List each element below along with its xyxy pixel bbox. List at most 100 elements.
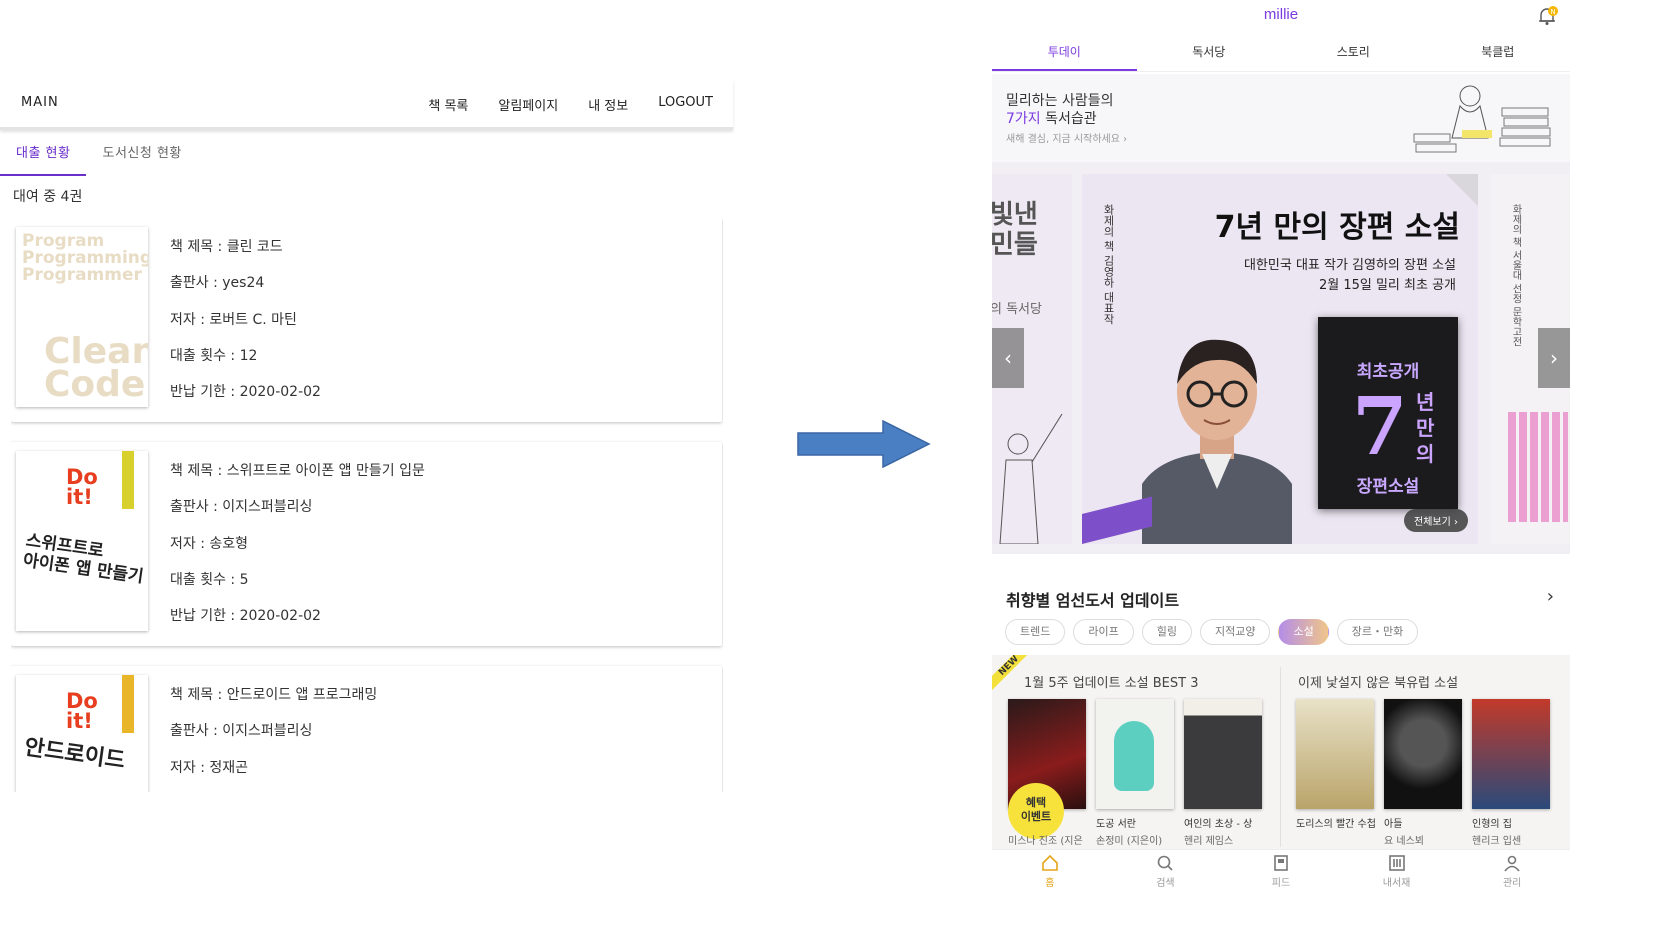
- hero-main-slide[interactable]: 화제의 책 김영하 대표작 7년 만의 장편 소설 대한민국 대표 작가 김영하…: [1082, 174, 1478, 544]
- rental-count: 대여 중 4권: [13, 189, 83, 205]
- habit-banner[interactable]: 밀리하는 사람들의 7가지 독서습관 새해 결심, 지금 시작하세요 ›: [992, 74, 1570, 162]
- banner-line3: 새해 결심, 지금 시작하세요 ›: [1006, 134, 1128, 145]
- book-info: 책 제목 : 클린 코드 출판사 : yes24 저자 : 로버트 C. 마틴 …: [170, 236, 321, 417]
- book-publisher: 출판사 : yes24: [170, 275, 265, 292]
- hero-carousel[interactable]: 빛낸 민들 의 독서당 화제의 책 김영하 대표작 7년 만의 장편 소설 대한…: [992, 162, 1570, 554]
- book-title: 여인의 초상 - 상: [1184, 819, 1253, 830]
- rental-list: Program Programming Programmer Clean Cod…: [11, 218, 723, 792]
- book-rental-count: 대출 횟수 : 12: [170, 347, 258, 364]
- carousel-prev-button[interactable]: ‹: [992, 328, 1024, 388]
- book-author: 저자 : 정재곤: [170, 759, 249, 776]
- search-icon: [1158, 855, 1173, 871]
- cover-doit-text: Do it!: [66, 689, 98, 733]
- bottom-nav-label: 관리: [1502, 878, 1522, 889]
- genre-chips: 트렌드 라이프 힐링 지적교양 소설 장르・만화: [1005, 619, 1419, 645]
- book-info: 책 제목 : 스위프트로 아이폰 앱 만들기 입문 출판사 : 이지스퍼블리싱 …: [170, 460, 425, 641]
- rental-card[interactable]: Do it! 스위프트로 아이폰 앱 만들기 책 제목 : 스위프트로 아이폰 …: [11, 442, 722, 646]
- featured-book-cover: 최초공개 7 년만의 장편소설: [1318, 317, 1458, 509]
- tab-request-status[interactable]: 도서신청 현황: [86, 145, 197, 176]
- chip-genre-comic[interactable]: 장르・만화: [1336, 619, 1419, 645]
- hero-prev-text: 빛낸 민들: [992, 200, 1038, 260]
- book-bottom-text: 장편소설: [1356, 477, 1420, 497]
- chip-intellect[interactable]: 지적교양: [1200, 619, 1271, 645]
- bottom-nav-label: 홈: [1045, 878, 1055, 889]
- tab-today[interactable]: 투데이: [992, 38, 1137, 71]
- book-author: 요 네스뵈: [1384, 836, 1424, 847]
- bottom-nav-manage[interactable]: 관리: [1454, 850, 1570, 896]
- book-publisher: 출판사 : 이지스퍼블리싱: [170, 723, 313, 740]
- book-due-date: 반납 기한 : 2020-02-02: [170, 384, 321, 401]
- bottom-nav-label: 내서재: [1382, 878, 1411, 889]
- book-cover[interactable]: [1296, 699, 1374, 809]
- right-arrow-icon: [797, 420, 931, 468]
- chip-healing[interactable]: 힐링: [1141, 619, 1192, 645]
- book-cover[interactable]: [1384, 699, 1462, 809]
- book-shelf: NEW 1월 5주 업데이트 소설 BEST 3 이제 낯설지 않은 북유럽 소…: [992, 655, 1570, 850]
- promo-badge[interactable]: 혜택 이벤트: [1008, 783, 1064, 839]
- nav-main-link[interactable]: MAIN: [21, 95, 59, 110]
- shelf-heading-1[interactable]: 1월 5주 업데이트 소설 BEST 3: [1024, 672, 1198, 691]
- cover-title-text: 스위프트로 아이폰 앱 만들기: [21, 530, 145, 588]
- rental-card[interactable]: Program Programming Programmer Clean Cod…: [11, 218, 722, 422]
- book-rental-count: 대출 횟수 : 5: [170, 571, 249, 588]
- shelf-heading-2[interactable]: 이제 낯설지 않은 북유럽 소설: [1298, 672, 1458, 691]
- bottom-nav-library[interactable]: 내서재: [1339, 850, 1455, 896]
- bell-icon[interactable]: N: [1536, 6, 1558, 30]
- cover-yellow-band: [122, 451, 134, 509]
- banner-line2: 7가지 독서습관: [1006, 108, 1097, 128]
- nav-book-list-link[interactable]: 책 목록: [428, 95, 468, 114]
- book-title: 아들: [1384, 819, 1403, 830]
- book-number: 7: [1352, 379, 1408, 473]
- book-author: 손정미 (지은이): [1096, 836, 1163, 847]
- chip-life[interactable]: 라이프: [1073, 619, 1134, 645]
- hero-title: 7년 만의 장편 소설: [1214, 210, 1460, 245]
- corner-fold: [1446, 174, 1478, 206]
- hero-prev-sub: 의 독서당: [992, 302, 1042, 317]
- bottom-nav-label: 피드: [1271, 878, 1291, 889]
- hero-subtitle-1: 대한민국 대표 작가 김영하의 장편 소설: [1243, 258, 1456, 273]
- book-title: 도리스의 빨간 수첩: [1296, 819, 1376, 830]
- book-cover[interactable]: [1096, 699, 1174, 809]
- library-icon: [1388, 855, 1405, 871]
- book-author: 미스나 진조 (지은: [1008, 836, 1083, 847]
- nav-logout-link[interactable]: LOGOUT: [658, 95, 713, 114]
- banner-line2-rest: 독서습관: [1040, 111, 1097, 127]
- tab-reading-room[interactable]: 독서당: [1137, 38, 1282, 71]
- book-title: 책 제목 : 안드로이드 앱 프로그래밍: [170, 687, 378, 703]
- shelf-divider: [1280, 667, 1281, 847]
- book-title: 도공 서란: [1096, 819, 1136, 830]
- nav-my-info-link[interactable]: 내 정보: [588, 95, 628, 114]
- book-title: 책 제목 : 클린 코드: [170, 239, 283, 255]
- tab-book-club[interactable]: 북클럽: [1426, 38, 1571, 71]
- rental-card[interactable]: Do it! 안드로이드 책 제목 : 안드로이드 앱 프로그래밍 출판사 : …: [11, 666, 722, 792]
- chevron-right-icon[interactable]: ›: [1547, 586, 1554, 607]
- view-all-button[interactable]: 전체보기 ›: [1404, 509, 1468, 532]
- tab-rental-status[interactable]: 대출 현황: [0, 145, 87, 176]
- millie-logo: millie: [1263, 6, 1299, 23]
- book-cover-image: Do it! 안드로이드: [16, 675, 148, 792]
- chip-novel[interactable]: 소설: [1278, 619, 1329, 645]
- book-cover[interactable]: [1472, 699, 1550, 809]
- bottom-nav-home[interactable]: 홈: [992, 850, 1108, 896]
- hero-subtitle-2: 2월 15일 밀리 최초 공개: [1318, 278, 1456, 293]
- book-side-text: 년만의: [1416, 390, 1435, 466]
- book-info: 책 제목 : 안드로이드 앱 프로그래밍 출판사 : 이지스퍼블리싱 저자 : …: [170, 684, 377, 792]
- bottom-nav-search[interactable]: 검색: [1108, 850, 1224, 896]
- nav-notification-link[interactable]: 알림페이지: [498, 95, 558, 114]
- author-photo: [1142, 339, 1292, 544]
- book-title: 인형의 집: [1472, 819, 1512, 830]
- hero-next-vertical-text: 화제의 책 서울대 선정 문학고전: [1510, 204, 1521, 347]
- cover-doit-text: Do it!: [66, 465, 98, 509]
- book-cover[interactable]: [1184, 699, 1262, 809]
- main-tabs: 투데이 독서당 스토리 북클럽: [992, 38, 1570, 72]
- book-cover-image: Do it! 스위프트로 아이폰 앱 만들기: [16, 451, 148, 631]
- person-illustration: [999, 413, 1063, 544]
- chip-trend[interactable]: 트렌드: [1005, 619, 1066, 645]
- tab-story[interactable]: 스토리: [1281, 38, 1426, 71]
- cover-clean-bottom-text: Clean Code: [44, 331, 148, 405]
- bottom-nav-feed[interactable]: 피드: [1223, 850, 1339, 896]
- book-author: 헨리 제임스: [1184, 836, 1234, 847]
- carousel-next-button[interactable]: ›: [1538, 328, 1570, 388]
- hero-vertical-text: 화제의 책 김영하 대표작: [1102, 204, 1115, 325]
- section-title: 취향별 엄선도서 업데이트: [1006, 591, 1180, 610]
